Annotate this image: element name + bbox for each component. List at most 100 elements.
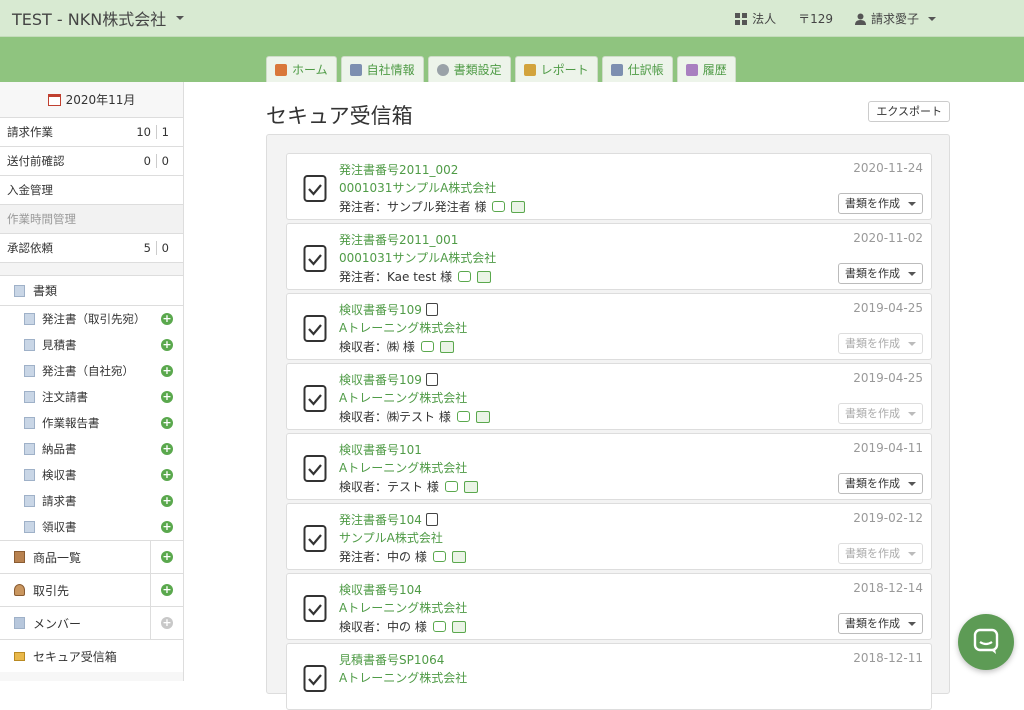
document-title-link[interactable]: 検収書番号104 <box>339 581 422 598</box>
comment-icon[interactable] <box>444 481 458 492</box>
tab-label: ホーム <box>292 63 328 77</box>
sidebar-item-payment-management[interactable]: 入金管理 <box>0 176 183 205</box>
add-document-icon[interactable]: + <box>161 443 173 455</box>
document-title-link[interactable]: 検収書番号101 <box>339 441 422 458</box>
sidebar-item-clients[interactable]: 取引先 + <box>0 573 183 606</box>
company-link[interactable]: 0001031サンプルA株式会社 <box>339 249 496 266</box>
sidebar-item-members[interactable]: メンバー + <box>0 606 183 639</box>
sidebar-doc-item[interactable]: 注文請書 + <box>0 384 183 410</box>
sidebar-item-products[interactable]: 商品一覧 + <box>0 540 183 573</box>
pdf-icon[interactable] <box>451 550 466 563</box>
inbox-item[interactable]: 発注書番号2011_002 0001031サンプルA株式会社 発注者：サンプル発注者… <box>286 153 932 220</box>
comment-icon[interactable] <box>492 201 506 212</box>
tab-company-info[interactable]: 自社情報 <box>340 56 424 82</box>
inbox-item[interactable]: 検収書番号109 Aトレーニング株式会社 検収者：㈱テスト 様 2019-04-25 書… <box>286 363 932 430</box>
document-icon <box>14 284 25 297</box>
add-document-icon[interactable]: + <box>161 391 173 403</box>
pdf-icon[interactable] <box>439 340 454 353</box>
ledger-icon <box>610 63 623 76</box>
comment-icon[interactable] <box>432 551 446 562</box>
add-document-icon[interactable]: + <box>161 521 173 533</box>
document-tag-icon <box>425 513 438 526</box>
inbox-item[interactable]: 検収書番号104 Aトレーニング株式会社 検収者：中の 様 2018-12-14 書類を… <box>286 573 932 640</box>
document-title-link[interactable]: 発注書番号2011_002 <box>339 161 458 178</box>
create-document-button[interactable]: 書類を作成 <box>838 263 923 284</box>
add-document-icon[interactable]: + <box>161 495 173 507</box>
sidebar-doc-item[interactable]: 請求書 + <box>0 488 183 514</box>
grid-icon <box>735 12 748 25</box>
sender-line: 検収者：テスト 様 <box>339 478 478 495</box>
clipboard-check-icon <box>303 525 327 552</box>
pdf-icon[interactable] <box>463 480 478 493</box>
document-title-link[interactable]: 検収書番号109 <box>339 371 438 388</box>
document-title-link[interactable]: 発注書番号2011_001 <box>339 231 458 248</box>
inbox-item[interactable]: 発注書番号104 サンプルA株式会社 発注者：中の 様 2019-02-12 書類を作成 <box>286 503 932 570</box>
document-title-link[interactable]: 検収書番号109 <box>339 301 438 318</box>
company-link[interactable]: 0001031サンプルA株式会社 <box>339 179 496 196</box>
user-menu[interactable]: 請求愛子 <box>854 10 936 27</box>
month-selector[interactable]: 2020年11月 <box>0 82 183 118</box>
inbox-item[interactable]: 検収書番号109 Aトレーニング株式会社 検収者：㈱ 様 2019-04-25 書類を作… <box>286 293 932 360</box>
add-document-icon[interactable]: + <box>161 365 173 377</box>
pdf-icon[interactable] <box>475 410 490 423</box>
company-link[interactable]: Aトレーニング株式会社 <box>339 669 467 686</box>
document-title-link[interactable]: 発注書番号104 <box>339 511 438 528</box>
sidebar-item-label: 検収書 <box>42 468 77 482</box>
create-document-button[interactable]: 書類を作成 <box>838 403 923 424</box>
inbox-item[interactable]: 発注書番号2011_001 0001031サンプルA株式会社 発注者：Kae tes… <box>286 223 932 290</box>
add-document-icon[interactable]: + <box>161 469 173 481</box>
create-document-button[interactable]: 書類を作成 <box>838 543 923 564</box>
add-client-icon[interactable]: + <box>161 584 173 596</box>
sidebar-doc-item[interactable]: 検収書 + <box>0 462 183 488</box>
sidebar-doc-item[interactable]: 発注書（自社宛） + <box>0 358 183 384</box>
postal-info[interactable]: 〒129 <box>798 10 833 27</box>
create-document-button[interactable]: 書類を作成 <box>838 193 923 214</box>
sidebar-item-billing-work[interactable]: 請求作業 10 1 <box>0 118 183 147</box>
pdf-icon[interactable] <box>451 620 466 633</box>
chat-launcher-button[interactable] <box>958 614 1014 670</box>
sidebar-doc-item[interactable]: 発注書（取引先宛） + <box>0 306 183 332</box>
sidebar-item-secure-inbox[interactable]: セキュア受信箱 <box>0 639 183 672</box>
pdf-icon[interactable] <box>477 270 492 283</box>
sidebar-item-approval[interactable]: 承認依頼 5 0 <box>0 234 183 263</box>
create-document-button[interactable]: 書類を作成 <box>838 473 923 494</box>
inbox-item[interactable]: 検収書番号101 Aトレーニング株式会社 検収者：テスト 様 2019-04-11 書類… <box>286 433 932 500</box>
create-document-button[interactable]: 書類を作成 <box>838 333 923 354</box>
sidebar-section-documents[interactable]: 書類 <box>0 276 183 306</box>
add-product-icon[interactable]: + <box>161 551 173 563</box>
sidebar-doc-item[interactable]: 領収書 + <box>0 514 183 540</box>
company-link[interactable]: Aトレーニング株式会社 <box>339 599 467 616</box>
sender-name: 検収者：中の 様 <box>339 620 427 634</box>
tab-journal[interactable]: 仕訳帳 <box>601 56 673 82</box>
comment-icon[interactable] <box>420 341 434 352</box>
add-document-icon[interactable]: + <box>161 313 173 325</box>
sidebar-doc-item[interactable]: 見積書 + <box>0 332 183 358</box>
comment-icon[interactable] <box>432 621 446 632</box>
sidebar-item-pre-send-check[interactable]: 送付前確認 0 0 <box>0 147 183 176</box>
add-document-icon[interactable]: + <box>161 339 173 351</box>
pdf-icon[interactable] <box>511 200 526 213</box>
inbox-item[interactable]: 見積書番号SP1064 Aトレーニング株式会社 2018-12-11 <box>286 643 932 710</box>
sidebar-doc-item[interactable]: 納品書 + <box>0 436 183 462</box>
sidebar-doc-item[interactable]: 作業報告書 + <box>0 410 183 436</box>
add-member-icon[interactable]: + <box>161 617 173 629</box>
company-link[interactable]: サンプルA株式会社 <box>339 529 443 546</box>
history-icon <box>685 63 698 76</box>
comment-icon[interactable] <box>456 411 470 422</box>
corporate-menu[interactable]: 法人 <box>735 10 776 27</box>
tab-home[interactable]: ホーム <box>266 56 337 82</box>
document-title-link[interactable]: 見積書番号SP1064 <box>339 651 444 668</box>
company-link[interactable]: Aトレーニング株式会社 <box>339 389 467 406</box>
export-button[interactable]: エクスポート <box>868 101 950 122</box>
add-document-icon[interactable]: + <box>161 417 173 429</box>
comment-icon[interactable] <box>458 271 472 282</box>
company-link[interactable]: Aトレーニング株式会社 <box>339 459 467 476</box>
tab-report[interactable]: レポート <box>514 56 598 82</box>
tab-document-settings[interactable]: 書類設定 <box>427 56 511 82</box>
document-date: 2019-04-11 <box>853 441 923 455</box>
tab-history[interactable]: 履歴 <box>676 56 736 82</box>
sidebar-item-work-time[interactable]: 作業時間管理 <box>0 205 183 234</box>
create-document-button[interactable]: 書類を作成 <box>838 613 923 634</box>
company-link[interactable]: Aトレーニング株式会社 <box>339 319 467 336</box>
company-switcher[interactable]: TEST - NKN株式会社 <box>12 6 185 30</box>
